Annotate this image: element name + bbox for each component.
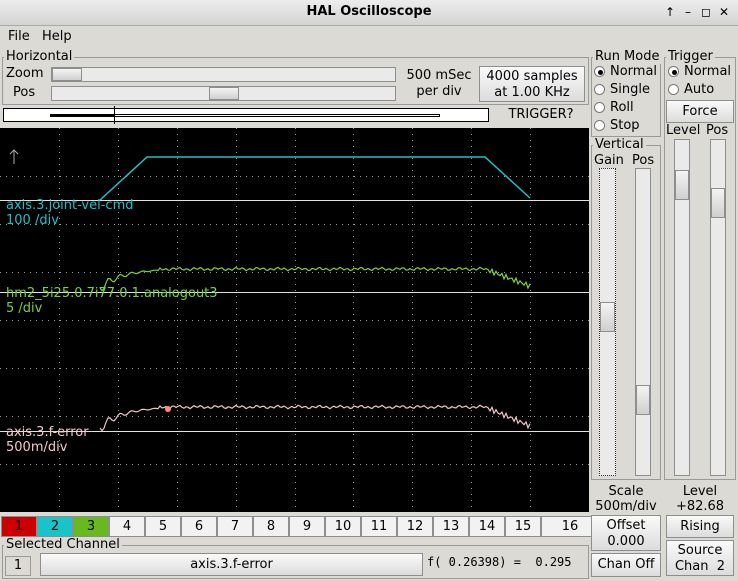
scale-label: Scale [608, 484, 644, 499]
run-mode-radio-normal[interactable] [594, 66, 605, 77]
selected-channel-name-button[interactable]: axis.3.f-error [40, 553, 423, 576]
menu-help[interactable]: Help [42, 29, 72, 44]
menu-bar [0, 26, 738, 48]
gain-slider[interactable] [599, 168, 616, 476]
channel-button-14[interactable]: 14 [469, 516, 505, 537]
run-mode-label-stop: Stop [610, 118, 640, 133]
minimize-icon[interactable]: – [680, 4, 696, 20]
level-readout-label: Level [682, 484, 718, 499]
trigger-status: TRIGGER? [508, 107, 574, 122]
record-position-bar [3, 106, 489, 124]
trigger-pos-slider[interactable] [710, 139, 726, 476]
keep-above-icon[interactable]: ↑ [662, 4, 678, 20]
horizontal-title: Horizontal [4, 49, 75, 64]
run-mode-radio-stop[interactable] [594, 120, 605, 131]
pos-label: Pos [13, 85, 36, 100]
trace2-name: hm2_5i25.0.7i77.0.1.analogout3 [6, 286, 218, 301]
rate-line1: 500 mSec [406, 68, 472, 83]
window-title: HAL Oscilloscope [306, 4, 432, 19]
channel-button-8[interactable]: 8 [253, 516, 289, 537]
source-line1: Source [677, 543, 723, 558]
trigger-level-slider-thumb[interactable] [675, 170, 689, 200]
channel-button-4[interactable]: 4 [109, 516, 145, 537]
run-mode-radio-roll[interactable] [594, 102, 605, 113]
channel-button-12[interactable]: 12 [397, 516, 433, 537]
offset-label: Offset [606, 518, 646, 533]
trace1-line [99, 156, 531, 201]
trace3-name: axis.3.f-error [6, 425, 89, 440]
samples-line1: 4000 samples [486, 69, 578, 84]
samples-line2: at 1.00 KHz [494, 85, 570, 100]
force-button[interactable]: Force [666, 100, 734, 123]
channel-readout: f( 0.26398) = 0.295 [427, 555, 572, 569]
gain-slider-thumb[interactable] [600, 302, 615, 332]
scale-value: 500m/div [595, 499, 657, 514]
channel-button-2[interactable]: 2 [37, 516, 73, 537]
channel-button-7[interactable]: 7 [217, 516, 253, 537]
trigger-mode-radio-auto[interactable] [668, 84, 679, 95]
scope-plot [0, 128, 589, 512]
channel-button-1[interactable]: 1 [1, 516, 37, 537]
selected-channel-number: 1 [5, 556, 31, 576]
run-mode-label-roll: Roll [610, 100, 634, 115]
trigger-mode-radio-normal[interactable] [668, 66, 679, 77]
trigger-level-label: Level [666, 123, 701, 138]
close-icon[interactable]: ✕ [716, 4, 732, 20]
trace3-line [99, 404, 531, 432]
scope-display[interactable]: axis.3.joint-vel-cmd 100 /div hm2_5i25.0… [0, 128, 589, 512]
channel-button-3[interactable]: 3 [73, 516, 109, 537]
trigger-mode-label-auto: Auto [684, 82, 715, 97]
trace1-scale: 100 /div [6, 213, 59, 228]
source-line2: Chan 2 [674, 559, 726, 574]
channel-button-15[interactable]: 15 [505, 516, 541, 537]
record-trigger-marker [114, 106, 115, 124]
zoom-label: Zoom [6, 66, 44, 81]
trigger-mode-label-normal: Normal [684, 64, 732, 79]
gain-label: Gain [594, 153, 624, 168]
channel-button-5[interactable]: 5 [145, 516, 181, 537]
pos-slider[interactable] [51, 86, 396, 101]
trace3-scale: 500m/div [6, 440, 68, 455]
source-button[interactable]: Source Chan 2 [666, 540, 734, 576]
offset-value: 0.000 [607, 534, 645, 549]
selected-channel-title: Selected Channel [4, 537, 122, 552]
trigger-arrow-icon [9, 149, 19, 164]
maximize-icon[interactable]: ◻ [698, 4, 714, 20]
trace1-name: axis.3.joint-vel-cmd [6, 198, 134, 213]
menu-file[interactable]: File [8, 29, 30, 44]
offset-button[interactable]: Offset 0.000 [591, 515, 661, 551]
chan-off-button[interactable]: Chan Off [591, 553, 661, 577]
run-mode-label-normal: Normal [610, 64, 658, 79]
vertical-pos-slider[interactable] [635, 168, 651, 476]
samples-button[interactable]: 4000 samples at 1.00 KHz [479, 66, 585, 102]
level-readout-value: +82.68 [675, 499, 725, 514]
edge-button[interactable]: Rising [666, 515, 734, 538]
run-mode-radio-single[interactable] [594, 84, 605, 95]
run-mode-title: Run Mode [593, 49, 662, 64]
run-mode-label-single: Single [610, 82, 650, 97]
record-visible-window [50, 114, 114, 117]
pos-slider-thumb[interactable] [209, 87, 239, 100]
zoom-slider[interactable] [51, 67, 396, 82]
channel-button-9[interactable]: 9 [289, 516, 325, 537]
vertical-title: Vertical [593, 137, 646, 152]
trigger-level-slider[interactable] [674, 139, 690, 476]
trace3-cursor-dot [165, 406, 171, 412]
vertical-pos-label: Pos [632, 153, 655, 168]
zoom-slider-thumb[interactable] [52, 68, 82, 81]
trigger-pos-label: Pos [706, 123, 729, 138]
channel-button-11[interactable]: 11 [361, 516, 397, 537]
rate-line2: per div [416, 84, 462, 99]
trace2-scale: 5 /div [6, 301, 43, 316]
trigger-pos-slider-thumb[interactable] [711, 188, 725, 218]
channel-button-10[interactable]: 10 [325, 516, 361, 537]
trigger-title: Trigger [666, 49, 715, 64]
vertical-pos-slider-thumb[interactable] [636, 385, 650, 415]
channel-button-13[interactable]: 13 [433, 516, 469, 537]
channel-button-6[interactable]: 6 [181, 516, 217, 537]
